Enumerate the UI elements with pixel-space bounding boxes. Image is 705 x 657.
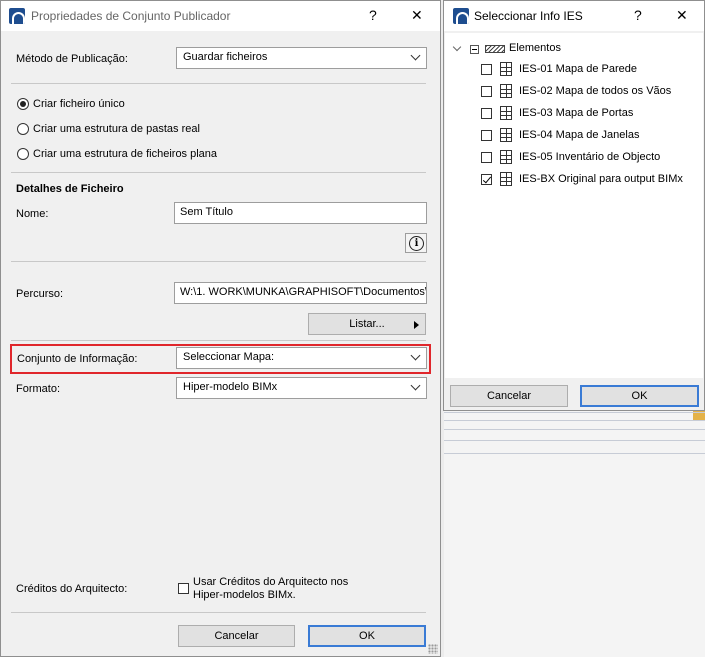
divider: [11, 340, 426, 341]
credits-label: Créditos do Arquitecto:: [16, 583, 128, 595]
chevron-down-icon: [410, 350, 421, 361]
close-button[interactable]: ✕: [676, 7, 688, 24]
tree-item[interactable]: IES-05 Inventário de Objecto: [445, 149, 695, 169]
ies-tree: Elementos IES-01 Mapa de Parede IES-02 M…: [445, 33, 703, 378]
close-button[interactable]: ✕: [411, 7, 423, 24]
schedule-icon: [500, 150, 512, 164]
app-icon: [453, 8, 469, 24]
title-bar: Seleccionar Info IES ? ✕: [444, 1, 704, 31]
resize-grip-icon[interactable]: [428, 644, 438, 654]
tree-item-label: IES-04 Mapa de Janelas: [519, 129, 640, 141]
radio-real-folders[interactable]: [17, 123, 29, 135]
info-set-select[interactable]: Seleccionar Mapa:: [176, 347, 427, 369]
info-button[interactable]: i: [405, 233, 427, 253]
ok-button[interactable]: OK: [308, 625, 426, 647]
divider: [11, 172, 426, 173]
tree-item[interactable]: IES-03 Mapa de Portas: [445, 105, 695, 125]
tree-item[interactable]: IES-01 Mapa de Parede: [445, 61, 695, 81]
divider: [11, 83, 426, 84]
divider: [11, 612, 426, 613]
file-details-heading: Detalhes de Ficheiro: [16, 183, 124, 195]
radio-flat-files[interactable]: [17, 148, 29, 160]
collapse-icon[interactable]: [470, 45, 479, 54]
schedule-icon: [500, 84, 512, 98]
name-input[interactable]: Sem Título: [174, 202, 427, 224]
cancel-button[interactable]: Cancelar: [450, 385, 568, 407]
radio-single-file-label[interactable]: Criar ficheiro único: [33, 98, 125, 110]
item-checkbox[interactable]: [481, 64, 492, 75]
name-label: Nome:: [16, 208, 49, 220]
dialog-title: Seleccionar Info IES: [474, 9, 583, 23]
cancel-button[interactable]: Cancelar: [178, 625, 295, 647]
app-icon: [9, 8, 25, 24]
select-ies-dialog: Seleccionar Info IES ? ✕ Elementos IES-0…: [443, 0, 705, 411]
arrow-right-icon: [414, 321, 419, 329]
chevron-down-icon: [410, 380, 421, 391]
radio-single-file[interactable]: [17, 98, 29, 110]
radio-flat-files-label[interactable]: Criar uma estrutura de ficheiros plana: [33, 148, 217, 160]
browse-button-label: Listar...: [349, 318, 385, 330]
divider: [11, 261, 426, 262]
info-set-label: Conjunto de Informação:: [17, 353, 138, 365]
browse-button[interactable]: Listar...: [308, 313, 426, 335]
item-checkbox[interactable]: [481, 86, 492, 97]
chevron-down-icon: [410, 50, 421, 61]
path-input[interactable]: W:\1. WORK\MUNKA\GRAPHISOFT\Documentos\: [174, 282, 427, 304]
item-checkbox-checked[interactable]: [481, 174, 492, 185]
schedule-icon: [500, 106, 512, 120]
help-button[interactable]: ?: [369, 7, 377, 23]
format-value: Hiper-modelo BIMx: [183, 381, 278, 393]
publish-method-select[interactable]: Guardar ficheiros: [176, 47, 427, 69]
format-label: Formato:: [16, 383, 61, 395]
tree-item[interactable]: IES-BX Original para output BIMx: [445, 171, 695, 191]
title-bar: Propriedades de Conjunto Publicador ? ✕: [1, 1, 440, 31]
tree-item-label: IES-02 Mapa de todos os Vãos: [519, 85, 672, 97]
tree-root-label: Elementos: [509, 42, 561, 54]
publish-method-label: Método de Publicação:: [16, 53, 128, 65]
schedule-icon: [500, 62, 512, 76]
chevron-down-icon[interactable]: [452, 42, 462, 52]
publish-method-value: Guardar ficheiros: [183, 51, 268, 63]
item-checkbox[interactable]: [481, 152, 492, 163]
schedule-icon: [500, 128, 512, 142]
publisher-properties-dialog: Propriedades de Conjunto Publicador ? ✕ …: [0, 0, 441, 657]
hatch-icon: [485, 45, 505, 53]
item-checkbox[interactable]: [481, 130, 492, 141]
background-3d-view: [444, 400, 705, 657]
path-label: Percurso:: [16, 288, 64, 300]
radio-real-folders-label[interactable]: Criar uma estrutura de pastas real: [33, 123, 200, 135]
tree-item-label: IES-BX Original para output BIMx: [519, 173, 683, 185]
credits-checkbox[interactable]: [178, 583, 189, 594]
format-select[interactable]: Hiper-modelo BIMx: [176, 377, 427, 399]
schedule-icon: [500, 172, 512, 186]
tree-item-label: IES-05 Inventário de Objecto: [519, 151, 661, 163]
help-button[interactable]: ?: [634, 7, 642, 23]
tree-root[interactable]: Elementos: [445, 39, 695, 59]
info-icon: i: [409, 236, 424, 251]
ok-button[interactable]: OK: [580, 385, 699, 407]
item-checkbox[interactable]: [481, 108, 492, 119]
dialog-title: Propriedades de Conjunto Publicador: [31, 9, 231, 23]
tree-item[interactable]: IES-02 Mapa de todos os Vãos: [445, 83, 695, 103]
credits-checkbox-label[interactable]: Usar Créditos do Arquitecto nos Hiper-mo…: [193, 576, 368, 602]
info-set-value: Seleccionar Mapa:: [183, 351, 275, 363]
tree-item-label: IES-03 Mapa de Portas: [519, 107, 634, 119]
tree-item-label: IES-01 Mapa de Parede: [519, 63, 638, 75]
tree-item[interactable]: IES-04 Mapa de Janelas: [445, 127, 695, 147]
